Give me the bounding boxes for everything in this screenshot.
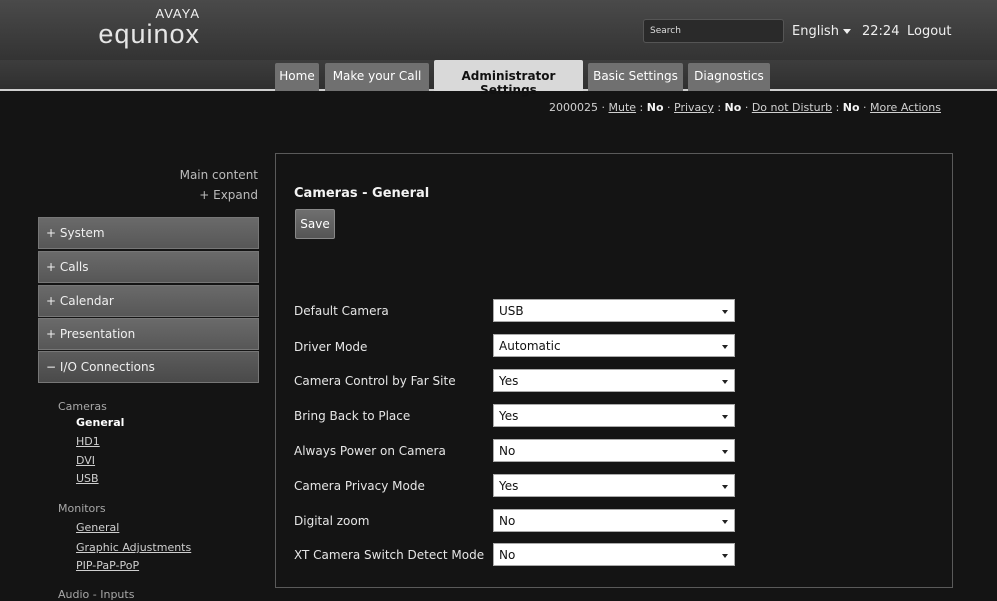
select-bring-back-to-place[interactable]: Yes [493,404,735,427]
do-not-disturb-value: No [842,101,860,114]
sidebar-link-cameras-usb[interactable]: USB [76,472,99,485]
chevron-down-icon [722,554,728,558]
label-bring-back-to-place: Bring Back to Place [294,409,411,423]
select-driver-mode[interactable]: Automatic [493,334,735,357]
select-xt-camera-switch-detect-mode[interactable]: No [493,543,735,566]
sidebar-link-cameras-general[interactable]: General [76,416,124,429]
sidebar-link-monitors-general[interactable]: General [76,521,119,534]
select-always-power-on-camera[interactable]: No [493,439,735,462]
label-digital-zoom: Digital zoom [294,514,370,528]
logout-link[interactable]: Logout [907,24,952,39]
do-not-disturb-link[interactable]: Do not Disturb [752,101,832,114]
privacy-link[interactable]: Privacy [674,101,714,114]
select-value: USB [499,304,524,318]
select-value: No [499,514,516,528]
sidebar-link-cameras-hd1[interactable]: HD1 [76,435,100,448]
save-button[interactable]: Save [295,209,335,239]
label-camera-control-far-site: Camera Control by Far Site [294,374,456,388]
main-content-label: Main content [179,168,258,182]
clock-time: 22:24 [862,24,900,39]
label-driver-mode: Driver Mode [294,340,368,354]
language-label: English [792,24,839,39]
chevron-down-icon [722,520,728,524]
sidebar-item-io-connections[interactable]: − I/O Connections [38,351,259,383]
sidebar-heading-cameras: Cameras [58,400,107,413]
select-camera-privacy-mode[interactable]: Yes [493,474,735,497]
select-value: Yes [499,374,519,388]
sidebar-item-calls[interactable]: + Calls [38,251,259,283]
product-name: equinox [98,19,200,49]
label-camera-privacy-mode: Camera Privacy Mode [294,479,425,493]
chevron-down-icon [722,450,728,454]
sidebar-link-graphic-adjustments[interactable]: Graphic Adjustments [76,541,191,554]
chevron-down-icon [722,485,728,489]
select-value: Yes [499,409,519,423]
mute-value: No [646,101,664,114]
label-always-power-on-camera: Always Power on Camera [294,444,446,458]
sidebar-heading-audio-inputs: Audio - Inputs [58,588,135,601]
language-dropdown[interactable]: English [792,24,851,39]
sidebar-item-calendar[interactable]: + Calendar [38,285,259,317]
select-value: Automatic [499,339,561,353]
status-bar: 2000025 · Mute : No · Privacy : No · Do … [549,101,941,114]
more-actions-link[interactable]: More Actions [870,101,941,114]
tab-make-your-call[interactable]: Make your Call [325,63,429,91]
tab-basic-settings[interactable]: Basic Settings [588,63,683,91]
sidebar-link-cameras-dvi[interactable]: DVI [76,454,95,467]
mute-link[interactable]: Mute [609,101,637,114]
select-value: No [499,548,516,562]
tab-home[interactable]: Home [275,63,319,91]
sidebar-link-pip-pap-pop[interactable]: PIP-PaP-PoP [76,559,139,572]
sidebar-item-system[interactable]: + System [38,217,259,249]
extension-number: 2000025 [549,101,598,114]
expand-link[interactable]: + Expand [199,188,258,202]
sidebar-heading-monitors: Monitors [58,502,106,515]
chevron-down-icon [722,380,728,384]
select-default-camera[interactable]: USB [493,299,735,322]
tab-administrator-settings[interactable]: Administrator Settings [434,60,583,97]
chevron-down-icon [842,29,851,34]
page-title: Cameras - General [294,186,430,201]
separator: · [667,101,671,114]
tab-diagnostics[interactable]: Diagnostics [688,63,770,91]
chevron-down-icon [722,310,728,314]
select-digital-zoom[interactable]: No [493,509,735,532]
chevron-down-icon [722,415,728,419]
select-value: Yes [499,479,519,493]
separator: · [601,101,606,114]
search-input[interactable] [643,19,784,43]
main-tab-bar: Home Make your Call Administrator Settin… [0,60,997,97]
separator: · [863,101,867,114]
avaya-equinox-logo: AVAYA equinox [60,6,200,49]
label-default-camera: Default Camera [294,304,389,318]
separator: · [744,101,749,114]
sidebar-item-presentation[interactable]: + Presentation [38,318,259,350]
select-camera-control-far-site[interactable]: Yes [493,369,735,392]
chevron-down-icon [722,345,728,349]
label-xt-camera-switch-detect-mode: XT Camera Switch Detect Mode [294,548,485,562]
privacy-value: No [724,101,742,114]
select-value: No [499,444,516,458]
top-header: AVAYA equinox English 22:24 Logout [0,0,997,60]
